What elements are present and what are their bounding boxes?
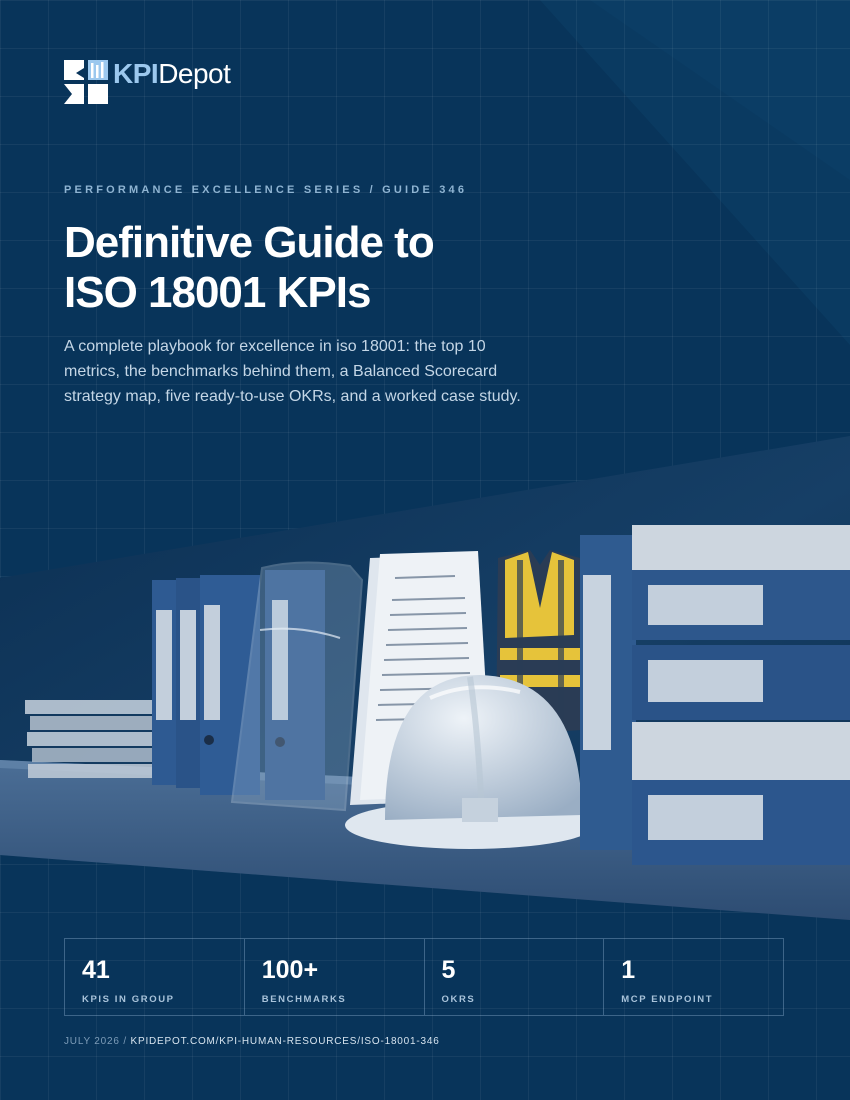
series-line: PERFORMANCE EXCELLENCE SERIES / GUIDE 34… (64, 184, 468, 196)
stat-label: MCP ENDPOINT (621, 994, 714, 1005)
publication-date: JULY 2026 (64, 1036, 120, 1047)
stat-value: 1 (621, 956, 636, 984)
footer-line: JULY 2026 / KPIDEPOT.COM/KPI-HUMAN-RESOU… (64, 1036, 440, 1047)
title-line-1: Definitive Guide to (64, 218, 435, 267)
stat-mcp-endpoint: 1 MCP ENDPOINT (604, 939, 783, 1015)
guide-cover: KPIDepot PERFORMANCE EXCELLENCE SERIES /… (0, 0, 850, 1100)
stats-strip: 41 KPIS IN GROUP 100+ BENCHMARKS 5 OKRS … (64, 938, 784, 1016)
stat-kpis: 41 KPIS IN GROUP (65, 939, 245, 1015)
brand-name-depot: Depot (158, 58, 231, 89)
stat-value: 100+ (261, 956, 319, 984)
brand-logo[interactable]: KPIDepot (64, 58, 231, 106)
brand-name: KPIDepot (113, 58, 231, 89)
stat-benchmarks: 100+ BENCHMARKS (245, 939, 425, 1015)
brand-name-kpi: KPI (113, 58, 159, 89)
kpidepot-logo-icon (64, 60, 108, 104)
subtitle: A complete playbook for excellence in is… (64, 338, 521, 405)
title-line-2: ISO 18001 KPIs (64, 268, 371, 317)
page-title: Definitive Guide to ISO 18001 KPIs (64, 218, 435, 318)
footer-separator: / (119, 1036, 131, 1047)
stat-label: KPIS IN GROUP (82, 994, 175, 1005)
stat-value: 5 (441, 956, 456, 984)
stat-value: 41 (82, 956, 110, 984)
stat-label: OKRS (441, 994, 476, 1005)
stat-okrs: 5 OKRS (425, 939, 605, 1015)
cover-photo (0, 436, 850, 920)
stat-label: BENCHMARKS (261, 994, 347, 1005)
source-url-link[interactable]: KPIDEPOT.COM/KPI-HUMAN-RESOURCES/ISO-180… (131, 1036, 440, 1047)
